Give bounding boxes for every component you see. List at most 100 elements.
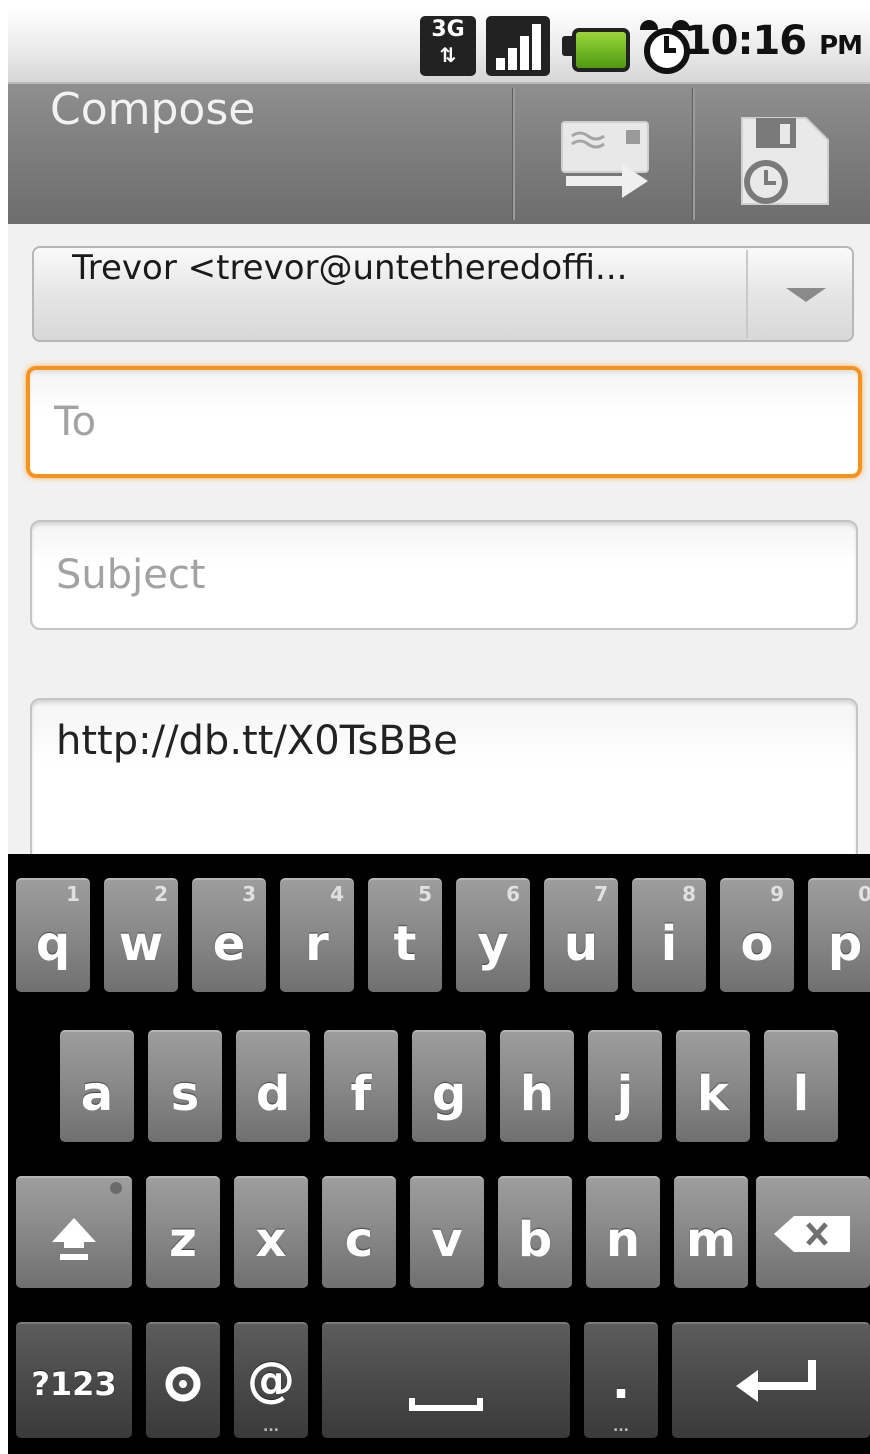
key-label: y	[477, 916, 509, 972]
key-x[interactable]: x	[234, 1176, 308, 1288]
key-v[interactable]: v	[410, 1176, 484, 1288]
at-key[interactable]: @ ...	[234, 1322, 308, 1438]
key-k[interactable]: k	[676, 1030, 750, 1142]
key-u[interactable]: 7u	[544, 878, 618, 992]
key-label: b	[517, 1212, 553, 1268]
key-label: r	[305, 916, 329, 972]
network-3g-icon: 3G ⇅	[420, 16, 476, 76]
key-z[interactable]: z	[146, 1176, 220, 1288]
save-draft-button[interactable]	[694, 84, 870, 224]
shift-arrow-icon	[52, 1182, 122, 1260]
key-b[interactable]: b	[498, 1176, 572, 1288]
data-arrows-icon: ⇅	[439, 43, 457, 67]
message-body-field[interactable]: http://db.tt/X0TsBBe	[30, 698, 858, 868]
key-m[interactable]: m	[674, 1176, 748, 1288]
from-account-label: Trevor <trevor@untetheredoffi...	[72, 248, 628, 288]
key-label: i	[660, 916, 678, 972]
subject-field[interactable]	[30, 520, 858, 630]
key-label: w	[118, 916, 164, 972]
key-label: k	[697, 1066, 729, 1122]
key-n[interactable]: n	[586, 1176, 660, 1288]
key-label: c	[344, 1212, 374, 1268]
space-bar-icon	[409, 1398, 483, 1411]
spinner-divider	[746, 250, 748, 338]
key-d[interactable]: d	[236, 1030, 310, 1142]
backspace-key[interactable]	[756, 1176, 870, 1288]
key-q[interactable]: 1q	[16, 878, 90, 992]
key-j[interactable]: j	[588, 1030, 662, 1142]
key-c[interactable]: c	[322, 1176, 396, 1288]
send-icon	[561, 121, 649, 198]
key-y[interactable]: 6y	[456, 878, 530, 992]
soft-keyboard: 1q2w3e4r5t6y7u8i9o0p asdfghjkl zxcvbnm ?…	[8, 854, 870, 1454]
key-hint-t: 5	[418, 882, 432, 906]
key-hint-p: 0	[858, 882, 870, 906]
key-label: o	[740, 916, 774, 972]
key-hint-o: 9	[770, 882, 784, 906]
at-key-label: @	[247, 1352, 295, 1408]
symbols-key[interactable]: ?123	[16, 1322, 132, 1438]
key-label: s	[170, 1066, 200, 1122]
status-clock: 10:16 PM	[683, 18, 863, 74]
key-l[interactable]: l	[764, 1030, 838, 1142]
key-label: h	[519, 1066, 555, 1122]
key-r[interactable]: 4r	[280, 878, 354, 992]
key-p[interactable]: 0p	[808, 878, 870, 992]
settings-key[interactable]	[146, 1322, 220, 1438]
signal-strength-icon	[486, 16, 550, 76]
to-field[interactable]	[26, 366, 862, 478]
network-label: 3G	[431, 17, 465, 42]
battery-icon	[560, 16, 630, 76]
title-bar: Compose	[8, 84, 870, 224]
key-label: f	[350, 1066, 372, 1122]
key-label: u	[563, 916, 599, 972]
key-label: m	[685, 1212, 736, 1268]
key-label: n	[605, 1212, 641, 1268]
from-account-spinner[interactable]: Trevor <trevor@untetheredoffi...	[32, 246, 854, 342]
key-label: p	[827, 916, 863, 972]
compose-screen: 3G ⇅ 10:16 PM Compose Trevor <trevor@unt…	[8, 8, 870, 1454]
status-bar: 3G ⇅ 10:16 PM	[8, 8, 870, 84]
key-w[interactable]: 2w	[104, 878, 178, 992]
period-key-label: .	[611, 1354, 631, 1410]
key-h[interactable]: h	[500, 1030, 574, 1142]
compose-form: Trevor <trevor@untetheredoffi... http://…	[8, 224, 870, 868]
key-f[interactable]: f	[324, 1030, 398, 1142]
key-hint-u: 7	[594, 882, 608, 906]
key-label: l	[792, 1066, 810, 1122]
key-t[interactable]: 5t	[368, 878, 442, 992]
key-hint-y: 6	[506, 882, 520, 906]
key-g[interactable]: g	[412, 1030, 486, 1142]
key-label: e	[212, 916, 246, 972]
key-label: d	[255, 1066, 291, 1122]
key-hint-i: 8	[682, 882, 696, 906]
key-i[interactable]: 8i	[632, 878, 706, 992]
key-label: j	[616, 1066, 634, 1122]
key-hint-e: 3	[242, 882, 256, 906]
key-a[interactable]: a	[60, 1030, 134, 1142]
period-key-more: ...	[613, 1419, 629, 1435]
key-label: q	[35, 916, 71, 972]
enter-key[interactable]	[672, 1322, 870, 1438]
symbols-key-label: ?123	[31, 1365, 117, 1403]
backspace-icon	[774, 1216, 850, 1252]
key-o[interactable]: 9o	[720, 878, 794, 992]
key-s[interactable]: s	[148, 1030, 222, 1142]
key-hint-r: 4	[330, 882, 344, 906]
chevron-down-icon	[786, 288, 826, 302]
clock-time: 10:16	[683, 18, 807, 64]
key-label: a	[80, 1066, 114, 1122]
save-draft-icon	[741, 117, 829, 205]
period-key[interactable]: . ...	[584, 1322, 658, 1438]
key-label: v	[431, 1212, 463, 1268]
key-label: z	[169, 1212, 197, 1268]
key-label: t	[393, 916, 417, 972]
shift-key[interactable]	[16, 1176, 132, 1288]
send-button[interactable]	[514, 84, 692, 224]
key-e[interactable]: 3e	[192, 878, 266, 992]
key-label: x	[255, 1212, 287, 1268]
clock-ampm: PM	[819, 31, 863, 61]
enter-return-icon	[736, 1360, 816, 1402]
space-key[interactable]	[322, 1322, 570, 1438]
page-title: Compose	[50, 84, 256, 135]
